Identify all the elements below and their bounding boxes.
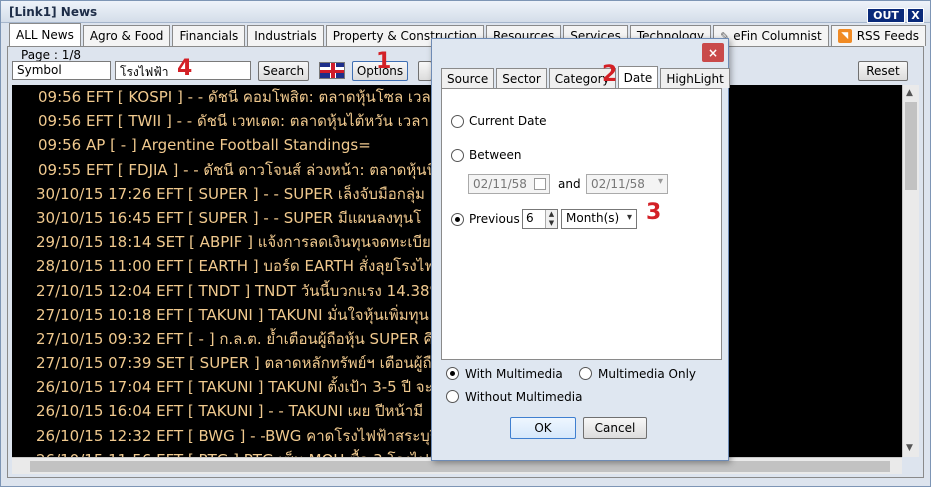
and-label: and — [558, 177, 581, 191]
horizontal-scroll-thumb[interactable] — [30, 461, 890, 472]
annotation-1: 1 — [376, 49, 392, 74]
search-button[interactable]: Search — [258, 61, 309, 81]
period-unit-select[interactable]: Month(s) ▾ — [561, 209, 637, 229]
tab-agro-food[interactable]: Agro & Food — [82, 25, 171, 46]
between-label: Between — [469, 148, 522, 162]
dialog-tabs: Source Sector Category Date HighLight — [441, 66, 732, 89]
symbol-input[interactable]: Symbol — [12, 61, 111, 80]
cancel-button[interactable]: Cancel — [583, 417, 647, 439]
annotation-2: 2 — [602, 62, 618, 87]
previous-radio[interactable] — [451, 213, 464, 226]
to-date-field[interactable]: 02/11/58 ▾ — [586, 174, 668, 194]
vertical-scroll-thumb[interactable] — [905, 102, 917, 190]
previous-count-stepper[interactable]: 6 ▲ ▼ — [522, 209, 558, 229]
with-multimedia-label: With Multimedia — [465, 367, 563, 381]
multimedia-only-label: Multimedia Only — [598, 367, 697, 381]
chevron-down-icon: ▾ — [657, 176, 663, 187]
multimedia-only-radio[interactable] — [579, 367, 592, 380]
scroll-down-icon[interactable]: ▼ — [906, 443, 913, 453]
dialog-tab-sector[interactable]: Sector — [496, 68, 547, 88]
stepper-arrows-icon[interactable]: ▲ ▼ — [545, 210, 557, 228]
out-button[interactable]: OUT — [867, 8, 905, 23]
ok-button[interactable]: OK — [510, 417, 576, 439]
dialog-tab-highlight[interactable]: HighLight — [660, 68, 730, 88]
vertical-scrollbar[interactable]: ▲ ▼ — [902, 85, 919, 457]
current-date-radio[interactable] — [451, 115, 464, 128]
annotation-3: 3 — [646, 200, 662, 225]
calendar-icon — [534, 178, 546, 190]
between-radio[interactable] — [451, 149, 464, 162]
hidden-toolbar-button[interactable] — [418, 61, 432, 81]
annotation-4: 4 — [177, 56, 193, 81]
reset-button[interactable]: Reset — [858, 61, 908, 81]
english-flag-icon[interactable] — [319, 62, 345, 79]
tab-rss-feeds[interactable]: ◥ RSS Feeds — [830, 25, 926, 46]
previous-label: Previous — [469, 212, 520, 226]
close-window-button[interactable]: X — [907, 8, 924, 23]
chevron-down-icon: ▾ — [626, 212, 632, 223]
page-indicator: Page : 1/8 — [21, 48, 82, 62]
without-multimedia-radio[interactable] — [446, 390, 459, 403]
title-bar: [Link1] News — [1, 1, 930, 23]
dialog-close-button[interactable]: × — [702, 43, 724, 62]
dialog-tab-source[interactable]: Source — [441, 68, 495, 88]
current-date-label: Current Date — [469, 114, 547, 128]
tab-efin-columnist[interactable]: ✎ eFin Columnist — [713, 25, 829, 46]
without-multimedia-label: Without Multimedia — [465, 390, 583, 404]
with-multimedia-radio[interactable] — [446, 367, 459, 380]
scroll-up-icon[interactable]: ▲ — [906, 88, 913, 98]
tab-industrials[interactable]: Industrials — [247, 25, 324, 46]
from-date-field[interactable]: 02/11/58 — [468, 174, 550, 194]
tab-all-news[interactable]: ALL News — [9, 23, 81, 46]
dialog-tab-date[interactable]: Date — [617, 66, 659, 88]
window-title: [Link1] News — [9, 5, 98, 19]
rss-icon: ◥ — [837, 29, 852, 43]
tab-financials[interactable]: Financials — [172, 25, 246, 46]
